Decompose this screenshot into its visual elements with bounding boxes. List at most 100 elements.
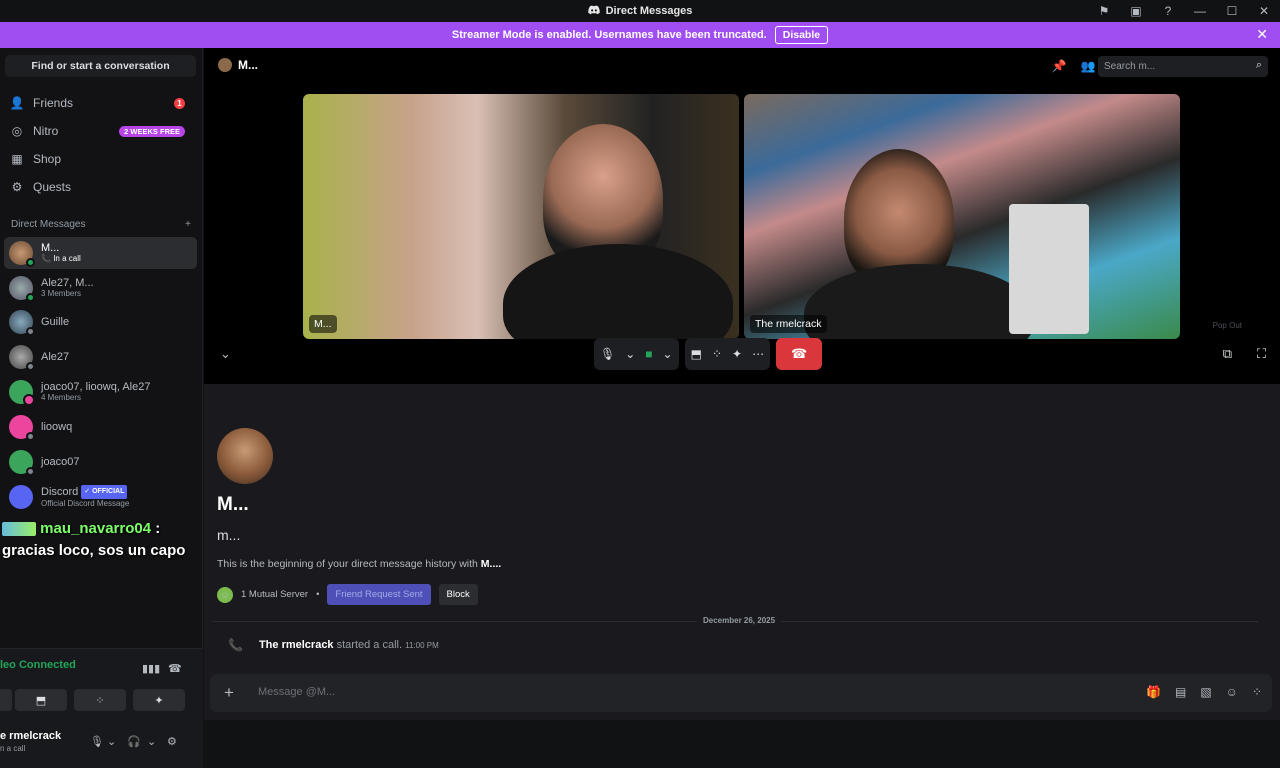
search-input[interactable]: Search m... ⌕ [1098, 56, 1268, 77]
gift-icon[interactable]: 🎁 [1146, 685, 1161, 699]
call-message: 📞 The rmelcrack started a call. 11:00 PM [228, 638, 439, 652]
nitro-badge: 2 WEEKS FREE [119, 125, 185, 137]
stream-chat-overlay: mau_navarro04 : gracias loco, sos un cap… [2, 518, 202, 562]
official-badge: ✓ OFFICIAL [81, 485, 128, 499]
close-window-button[interactable]: ✕ [1248, 0, 1280, 22]
avatar [9, 450, 35, 476]
disconnect-icon[interactable]: ☎ [168, 662, 182, 675]
headphones-icon[interactable]: 🎧 [127, 735, 141, 748]
current-username: e rmelcrack [0, 730, 62, 742]
share-screen-button[interactable]: ⬒ [15, 689, 67, 711]
flag-icon[interactable]: ⚑ [1088, 0, 1120, 22]
apps-icon[interactable]: ⁘ [1252, 685, 1262, 699]
pin-icon[interactable]: 📌 [1052, 59, 1067, 73]
chevron-down-icon[interactable]: ⌄ [663, 347, 673, 361]
attach-plus-icon[interactable]: + [224, 683, 234, 703]
overlay-message: gracias loco, sos un capo [2, 542, 186, 559]
activity-icon[interactable]: ⁘ [712, 347, 722, 361]
sidebar-item-friends[interactable]: 👤 Friends 1 [10, 92, 190, 114]
screen-icon[interactable]: ▣ [1120, 0, 1152, 22]
end-call-button[interactable]: ☎ [776, 338, 823, 370]
friends-icon: 👤 [9, 96, 25, 110]
emoji-icon[interactable]: ☺ [1226, 685, 1238, 699]
search-placeholder: Search m... [1104, 61, 1156, 72]
friend-request-sent-button[interactable]: Friend Request Sent [327, 584, 431, 605]
camera-icon[interactable]: ■ [645, 347, 652, 361]
mutual-servers-link[interactable]: 1 Mutual Server [241, 589, 308, 600]
soundboard-button[interactable]: ✦ [133, 689, 185, 711]
avatar [9, 380, 35, 406]
dm-sidebar: Find or start a conversation 👤 Friends 1… [0, 48, 203, 768]
server-icon: ☺ [217, 586, 233, 603]
profile-username: m... [217, 527, 241, 543]
help-icon[interactable]: ? [1152, 0, 1184, 22]
disable-streamer-button[interactable]: Disable [774, 26, 829, 44]
find-conversation-button[interactable]: Find or start a conversation [5, 55, 196, 77]
dm-name: M... [41, 242, 60, 254]
current-user-status: n a call [0, 744, 26, 753]
noise-suppression-icon[interactable]: ▮▮▮ [142, 662, 160, 675]
share-screen-icon[interactable]: ⬒ [691, 347, 702, 361]
profile-display-name: M... [217, 494, 249, 515]
dm-item[interactable]: Guille [4, 306, 197, 338]
tile-label: M... [309, 315, 337, 333]
shop-icon: ▦ [11, 152, 23, 166]
overlay-separator: : [155, 520, 161, 537]
voice-status: leo Connected [0, 659, 76, 671]
chevron-down-icon[interactable]: ⌄ [107, 735, 116, 748]
mic-icon[interactable]: 🎙 [90, 735, 104, 748]
soundboard-icon[interactable]: ✦ [732, 347, 742, 361]
camera-button[interactable]: ▶ [0, 689, 12, 711]
banner-text: Streamer Mode is enabled. Usernames have… [451, 29, 767, 41]
sticker-icon[interactable]: ▧ [1200, 685, 1211, 699]
dm-name: Guille [41, 316, 70, 328]
dm-item[interactable]: Discord ✓ OFFICIAL Official Discord Messag… [4, 481, 197, 513]
dm-name: joaco07 [41, 456, 80, 468]
more-icon[interactable]: ⋯ [752, 347, 764, 361]
dm-item[interactable]: joaco07, lioowq, Ale27 4 Members [4, 376, 197, 408]
dm-item[interactable]: lioowq [4, 411, 197, 443]
nitro-label: Nitro [33, 124, 59, 138]
voice-panel: leo Connected ▮▮▮ ☎ ▶ ⬒ ⁘ ✦ e rmelcrack … [0, 648, 203, 768]
tile-label: The rmelcrack [750, 315, 827, 333]
call-user[interactable]: The rmelcrack [259, 639, 334, 651]
avatar [9, 345, 35, 371]
shop-label: Shop [33, 152, 62, 166]
participant-body [503, 244, 733, 339]
hangup-icon: ☎ [790, 346, 808, 361]
call-text: started a call. [336, 639, 403, 651]
dm-item[interactable]: M... 📞 In a call [4, 237, 197, 269]
gif-icon[interactable]: ▤ [1175, 685, 1186, 699]
dm-sub: 4 Members [41, 393, 82, 402]
add-friend-icon[interactable]: 👥 [1081, 59, 1096, 73]
sidebar-item-nitro[interactable]: ◎ Nitro 2 WEEKS FREE [10, 120, 190, 142]
maximize-button[interactable]: ☐ [1216, 0, 1248, 22]
sidebar-item-quests[interactable]: ⚙ Quests [10, 176, 190, 198]
overlay-emote-icon [2, 522, 36, 537]
chevron-down-icon[interactable]: ⌄ [625, 347, 635, 361]
close-banner-icon[interactable]: ✕ [1256, 26, 1268, 43]
dm-name: Discord [41, 485, 79, 498]
settings-gear-icon[interactable]: ⚙ [167, 735, 177, 748]
dm-item[interactable]: Ale27 [4, 341, 197, 373]
friends-label: Friends [33, 96, 74, 110]
sidebar-item-shop[interactable]: ▦ Shop [10, 148, 190, 170]
add-dm-icon[interactable]: + [185, 219, 191, 230]
fullscreen-icon[interactable]: ⛶ [1257, 346, 1266, 362]
video-tile[interactable]: M... [303, 94, 739, 339]
chevron-down-icon[interactable]: ⌄ [147, 735, 156, 748]
dm-sub: Official Discord Message [41, 499, 130, 508]
activity-button[interactable]: ⁘ [74, 689, 126, 711]
dm-item[interactable]: joaco07 [4, 446, 197, 478]
message-composer[interactable]: + Message @M... 🎁 ▤ ▧ ☺ ⁘ [210, 674, 1272, 712]
popout-icon[interactable]: ⧉ [1223, 346, 1232, 362]
search-icon: ⌕ [1255, 59, 1262, 71]
dm-item[interactable]: Ale27, M... 3 Members [4, 272, 197, 304]
friends-badge: 1 [174, 97, 185, 109]
chevron-down-icon[interactable]: ⌄ [220, 346, 231, 362]
mic-icon[interactable]: 🎙 [600, 347, 615, 361]
avatar [9, 310, 35, 336]
video-tile[interactable]: The rmelcrack [744, 94, 1180, 339]
minimize-button[interactable]: — [1184, 0, 1216, 22]
block-button[interactable]: Block [438, 584, 478, 605]
